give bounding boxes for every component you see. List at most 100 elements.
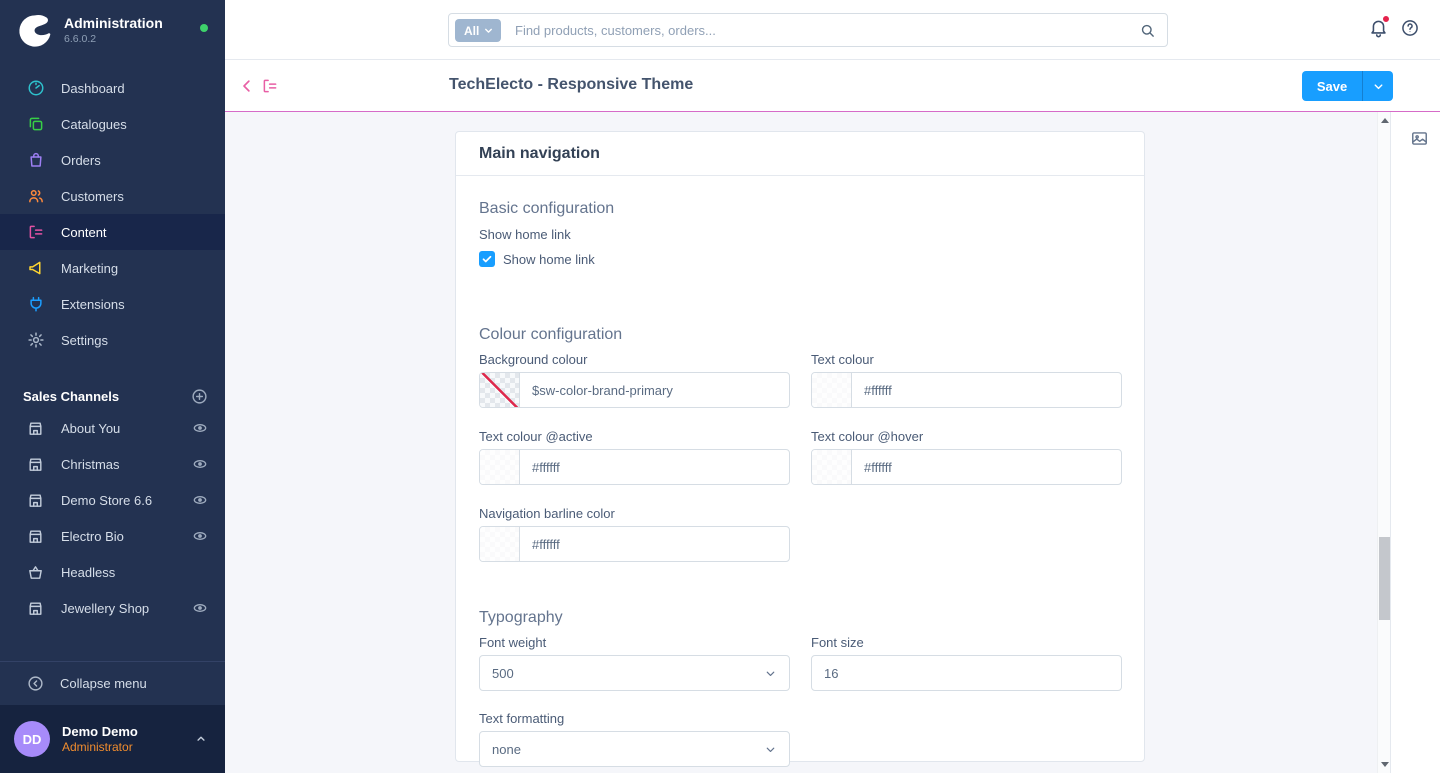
background-colour-field-group: Background colour [479, 352, 790, 408]
navigation-barline-input[interactable] [520, 527, 789, 561]
global-search: All [448, 13, 1168, 47]
background-colour-input[interactable] [520, 373, 789, 407]
back-button[interactable] [238, 77, 256, 95]
sidebar-item-content[interactable]: Content [0, 214, 225, 250]
text-colour-label: Text colour [811, 352, 1122, 367]
notification-badge [1382, 15, 1390, 23]
sales-channel-about-you[interactable]: About You [0, 410, 225, 446]
chevron-up-icon [194, 732, 208, 746]
sidebar-item-label: Content [61, 225, 107, 240]
sales-channel-label: Electro Bio [61, 529, 192, 544]
search-filter-dropdown[interactable]: All [455, 19, 501, 42]
storefront-icon [27, 528, 44, 545]
font-weight-select[interactable]: 500 [479, 655, 790, 691]
card-header: Main navigation [456, 132, 1144, 176]
sidebar-item-orders[interactable]: Orders [0, 142, 225, 178]
content-area: Main navigation Basic configuration Show… [225, 112, 1377, 773]
navigation-barline-label: Navigation barline color [479, 506, 790, 521]
section-title-basic: Basic configuration [479, 200, 1122, 218]
collapse-chevron-icon [27, 675, 44, 692]
colorpicker-swatch[interactable] [812, 373, 852, 407]
sidebar-item-customers[interactable]: Customers [0, 178, 225, 214]
top-header: All [225, 0, 1440, 60]
main-navigation: Dashboard Catalogues Orders Customers Co… [0, 70, 225, 358]
sidebar-item-catalogues[interactable]: Catalogues [0, 106, 225, 142]
colorpicker-swatch[interactable] [480, 527, 520, 561]
eye-icon[interactable] [192, 420, 208, 436]
typography-row-1: Font weight 500 Font size [479, 635, 1122, 691]
show-home-link-checkbox[interactable] [479, 251, 495, 267]
storefront-icon [27, 420, 44, 437]
notifications-bell-icon[interactable] [1368, 17, 1389, 38]
font-weight-field-group: Font weight 500 [479, 635, 790, 691]
eye-icon[interactable] [192, 492, 208, 508]
text-colour-active-label: Text colour @active [479, 429, 790, 444]
media-sidebar-rail [1390, 112, 1440, 773]
content-icon [27, 223, 45, 241]
app-version: 6.6.0.2 [64, 33, 163, 45]
basket-icon [27, 564, 44, 581]
customers-icon [27, 187, 45, 205]
save-button[interactable]: Save [1302, 71, 1362, 101]
font-size-label: Font size [811, 635, 1122, 650]
header-actions [1368, 17, 1420, 38]
eye-icon[interactable] [192, 528, 208, 544]
font-weight-value: 500 [492, 666, 764, 681]
scrollbar-thumb[interactable] [1379, 537, 1390, 620]
sales-channels-title: Sales Channels [23, 389, 191, 404]
marketing-icon [27, 259, 45, 277]
text-colour-hover-input[interactable] [852, 450, 1121, 484]
eye-icon[interactable] [192, 456, 208, 472]
text-formatting-field-group: Text formatting none [479, 711, 790, 767]
user-menu[interactable]: DD Demo Demo Administrator [0, 705, 225, 773]
colorpicker-swatch[interactable] [480, 450, 520, 484]
text-colour-input[interactable] [852, 373, 1121, 407]
online-status-dot [200, 24, 208, 32]
sidebar-item-settings[interactable]: Settings [0, 322, 225, 358]
search-icon[interactable] [1139, 22, 1156, 39]
sidebar-item-label: Dashboard [61, 81, 125, 96]
text-colour-hover-field [811, 449, 1122, 485]
sidebar-item-extensions[interactable]: Extensions [0, 286, 225, 322]
page-title: TechElecto - Responsive Theme [449, 76, 693, 94]
avatar: DD [14, 721, 50, 757]
text-colour-hover-label: Text colour @hover [811, 429, 1122, 444]
font-size-input[interactable] [811, 655, 1122, 691]
storefront-icon [27, 492, 44, 509]
eye-icon[interactable] [192, 600, 208, 616]
sales-channels-header: Sales Channels [0, 382, 225, 410]
sales-channel-demo-store[interactable]: Demo Store 6.6 [0, 482, 225, 518]
user-role: Administrator [62, 740, 194, 755]
sidebar-item-label: Customers [61, 189, 124, 204]
text-colour-active-input[interactable] [520, 450, 789, 484]
help-icon[interactable] [1400, 18, 1420, 38]
sales-channel-headless[interactable]: Headless [0, 554, 225, 590]
sales-channel-jewellery-shop[interactable]: Jewellery Shop [0, 590, 225, 626]
collapse-menu-button[interactable]: Collapse menu [0, 661, 225, 705]
sidebar-item-marketing[interactable]: Marketing [0, 250, 225, 286]
scrollbar-down-arrow[interactable] [1381, 762, 1389, 767]
section-title-typography: Typography [479, 609, 1122, 627]
scrollbar-up-arrow[interactable] [1381, 118, 1389, 123]
search-filter-label: All [464, 24, 479, 38]
chevron-down-icon [764, 667, 777, 680]
sales-channel-label: Christmas [61, 457, 192, 472]
save-options-chevron[interactable] [1362, 71, 1393, 101]
add-sales-channel-icon[interactable] [191, 388, 208, 405]
extensions-icon [27, 295, 45, 313]
sidebar-item-dashboard[interactable]: Dashboard [0, 70, 225, 106]
sales-channel-label: About You [61, 421, 192, 436]
dashboard-icon [27, 79, 45, 97]
vertical-scrollbar[interactable] [1377, 112, 1390, 773]
colorpicker-swatch[interactable] [812, 450, 852, 484]
colorpicker-swatch[interactable] [480, 373, 520, 407]
background-colour-label: Background colour [479, 352, 790, 367]
sales-channel-electro-bio[interactable]: Electro Bio [0, 518, 225, 554]
text-formatting-select[interactable]: none [479, 731, 790, 767]
orders-icon [27, 151, 45, 169]
search-input[interactable] [515, 14, 1115, 46]
font-size-field-group: Font size [811, 635, 1122, 691]
sidebar: Administration 6.6.0.2 Dashboard Catalog… [0, 0, 225, 773]
media-image-icon[interactable] [1410, 129, 1429, 148]
sales-channel-christmas[interactable]: Christmas [0, 446, 225, 482]
